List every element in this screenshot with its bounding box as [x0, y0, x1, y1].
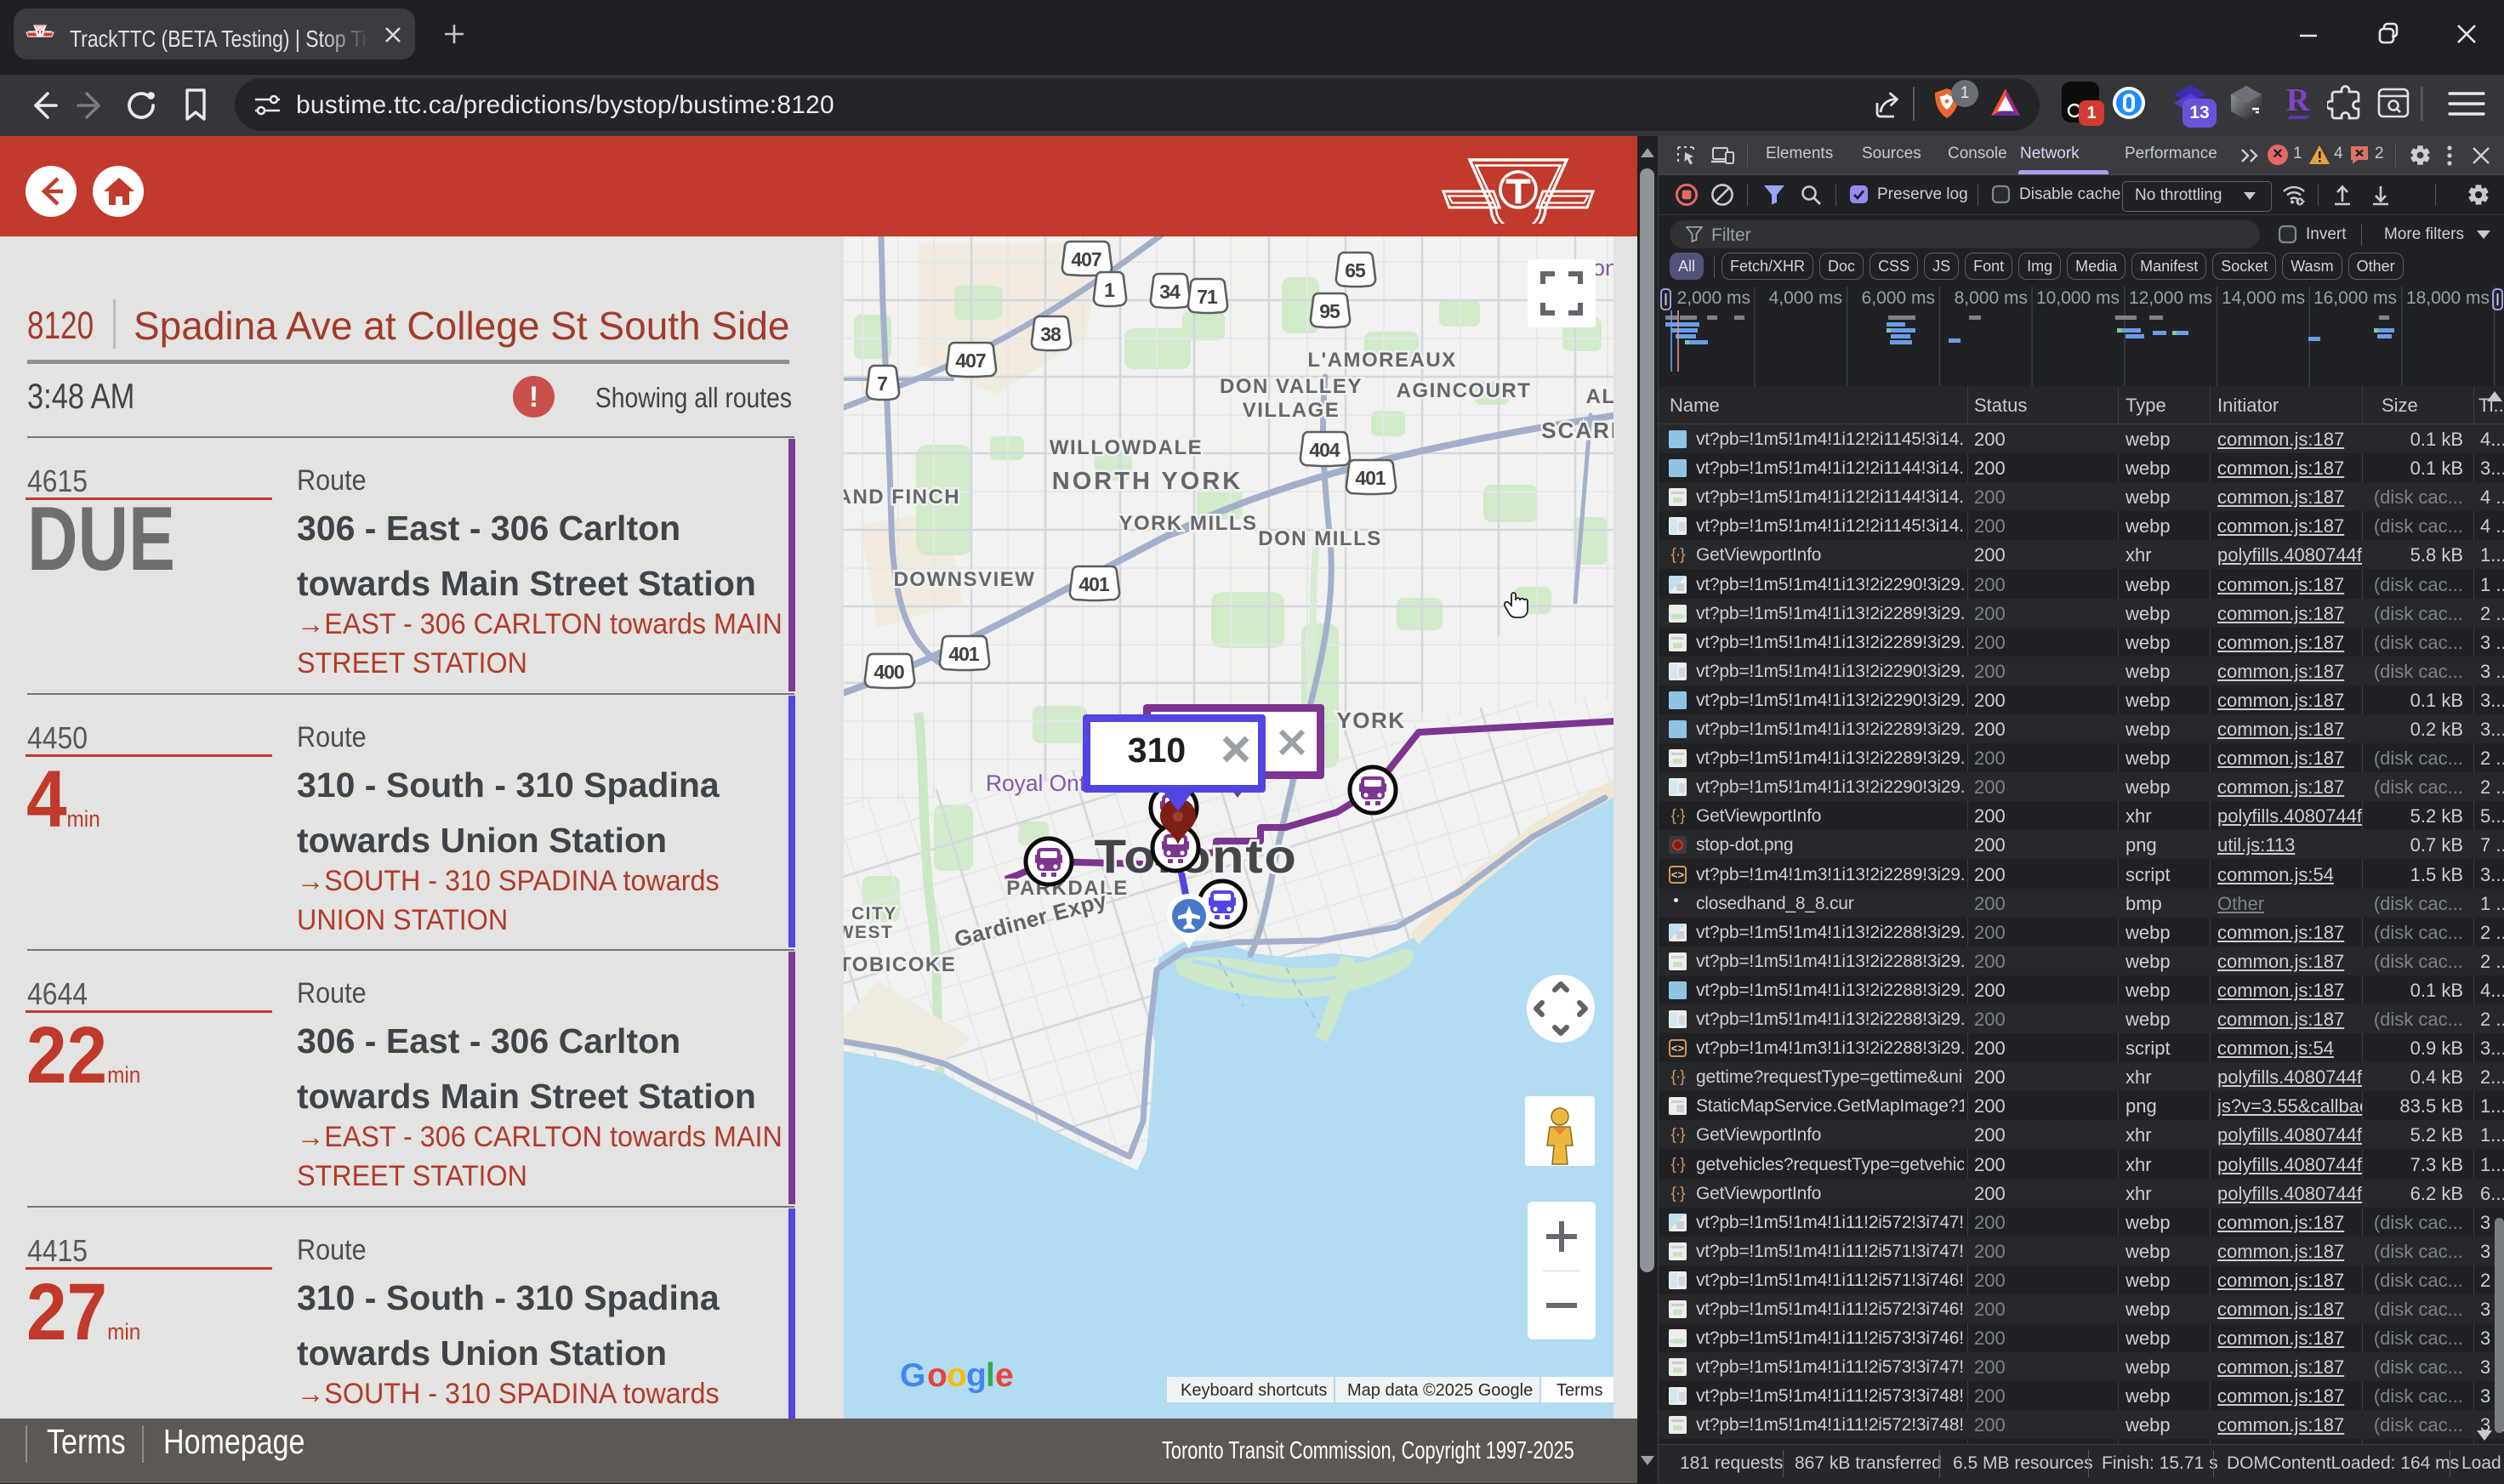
svg-text:Terms: Terms	[1556, 1381, 1602, 1400]
svg-text:SCARBOR: SCARBOR	[1541, 418, 1613, 443]
svg-text:o: o	[947, 1357, 966, 1394]
svg-text:18,000 ms: 18,000 ms	[2406, 288, 2490, 308]
svg-text:401: 401	[1078, 573, 1110, 595]
svg-text:Map data ©2025 Google: Map data ©2025 Google	[1347, 1381, 1533, 1400]
svg-text:65: 65	[1345, 259, 1366, 281]
svg-text:407: 407	[1071, 248, 1101, 270]
svg-text:14,000 ms: 14,000 ms	[2222, 288, 2305, 308]
svg-text:g: g	[966, 1357, 986, 1394]
svg-text:400: 400	[874, 661, 904, 683]
svg-text:95: 95	[1319, 300, 1340, 322]
svg-text:DON VALLEY: DON VALLEY	[1220, 375, 1363, 398]
svg-text:AL: AL	[1586, 385, 1614, 408]
svg-text:4,000 ms: 4,000 ms	[1769, 288, 1842, 308]
svg-text:8,000 ms: 8,000 ms	[1955, 288, 2028, 308]
svg-text:2,000 ms: 2,000 ms	[1677, 288, 1750, 308]
svg-text:l: l	[986, 1357, 994, 1394]
svg-text:71: 71	[1197, 286, 1218, 308]
svg-text:Keyboard shortcuts: Keyboard shortcuts	[1181, 1381, 1327, 1400]
svg-text:16,000 ms: 16,000 ms	[2313, 288, 2397, 308]
svg-text:1: 1	[1104, 279, 1115, 301]
svg-text:AGINCOURT: AGINCOURT	[1397, 379, 1532, 402]
svg-text:401: 401	[1355, 467, 1386, 489]
svg-text:310: 310	[1128, 731, 1186, 770]
svg-text:WEST: WEST	[844, 923, 893, 942]
svg-text:o: o	[927, 1357, 947, 1394]
svg-text:407: 407	[955, 350, 986, 372]
svg-text:L'AMOREAUX: L'AMOREAUX	[1307, 349, 1456, 372]
svg-text:6,000 ms: 6,000 ms	[1862, 288, 1935, 308]
svg-text:VILLAGE: VILLAGE	[1243, 399, 1340, 422]
svg-text:YORK: YORK	[1336, 708, 1405, 733]
svg-text:- CITY: - CITY	[844, 904, 897, 924]
svg-text:10,000 ms: 10,000 ms	[2036, 288, 2120, 308]
svg-text:YORK MILLS: YORK MILLS	[1119, 512, 1258, 535]
svg-text:E AND FINCH: E AND FINCH	[844, 486, 960, 509]
svg-text:401: 401	[948, 643, 980, 665]
svg-text:DOWNSVIEW: DOWNSVIEW	[894, 568, 1036, 591]
svg-text:38: 38	[1040, 323, 1061, 345]
svg-text:12,000 ms: 12,000 ms	[2129, 288, 2212, 308]
svg-text:DON MILLS: DON MILLS	[1258, 527, 1382, 550]
svg-text:e: e	[995, 1357, 1013, 1394]
svg-text:WILLOWDALE: WILLOWDALE	[1050, 436, 1203, 459]
svg-text:404: 404	[1309, 439, 1340, 461]
svg-text:G: G	[900, 1357, 925, 1394]
svg-text:R: R	[2286, 82, 2310, 118]
svg-text:7: 7	[877, 372, 887, 395]
svg-text:NORTH YORK: NORTH YORK	[1052, 468, 1243, 495]
svg-text:TOBICOKE: TOBICOKE	[844, 953, 956, 976]
svg-text:34: 34	[1159, 281, 1181, 303]
